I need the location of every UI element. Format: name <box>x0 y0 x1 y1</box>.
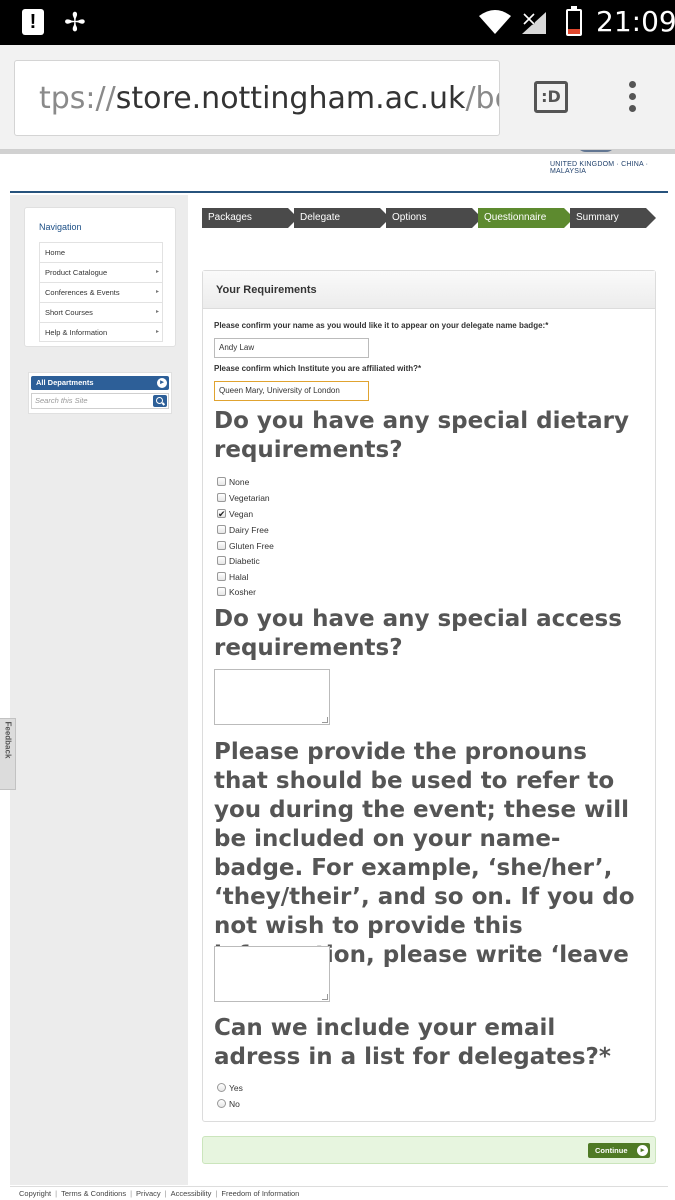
checkout-steps: Packages Delegate Options Questionnaire … <box>202 208 662 228</box>
departments-panel: All Departments ▸ Search this Site <box>28 372 172 414</box>
access-requirements-textarea[interactable] <box>214 669 330 725</box>
continue-button[interactable]: Continue ▸ <box>588 1143 650 1158</box>
dietary-option-vegan[interactable]: Vegan <box>217 507 253 521</box>
requirements-title: Your Requirements <box>216 284 317 296</box>
alert-icon: ! <box>22 9 44 35</box>
step-summary[interactable]: Summary <box>570 208 656 228</box>
signal-icon <box>522 12 546 34</box>
dietary-option-halal[interactable]: Halal <box>217 570 248 584</box>
chevron-right-icon: ▸ <box>155 309 159 315</box>
footer-link-privacy[interactable]: Privacy <box>136 1189 161 1198</box>
feedback-tab[interactable]: Feedback <box>0 718 16 790</box>
nav-item-home[interactable]: Home <box>39 242 163 262</box>
url-bar[interactable]: tps://store.nottingham.ac.uk/boo <box>14 60 500 136</box>
access-question: Do you have any special access requireme… <box>214 606 622 661</box>
requirements-panel: Your Requirements Please confirm your na… <box>202 270 656 1122</box>
nav-item-conferences-events[interactable]: Conferences & Events ▸ <box>39 282 163 302</box>
nav-item-help-information[interactable]: Help & Information ▸ <box>39 322 163 342</box>
chevron-right-icon: ▸ <box>155 289 159 295</box>
radio-button[interactable] <box>217 1099 226 1108</box>
institute-input[interactable]: Queen Mary, University of London <box>214 381 369 401</box>
battery-icon <box>566 6 582 36</box>
footer-link-accessibility[interactable]: Accessibility <box>171 1189 212 1198</box>
navigation-list: Home Product Catalogue ▸ Conferences & Ev… <box>39 242 163 342</box>
footer-link-foi[interactable]: Freedom of Information <box>221 1189 299 1198</box>
site-search: Search this Site <box>31 393 169 409</box>
dietary-option-dairy-free[interactable]: Dairy Free <box>217 523 269 537</box>
clock: 21:09 <box>596 5 675 38</box>
dietary-option-gluten-free[interactable]: Gluten Free <box>217 539 274 553</box>
tab-switcher-button[interactable]: :D <box>534 81 568 113</box>
checkbox[interactable] <box>217 525 226 534</box>
arrow-right-icon: ▸ <box>157 378 167 388</box>
dietary-question: Do you have any special dietary requirem… <box>214 408 629 463</box>
radio-button[interactable] <box>217 1083 226 1092</box>
footer-link-copyright[interactable]: Copyright <box>19 1189 51 1198</box>
checkbox[interactable] <box>217 556 226 565</box>
footer-links: Copyright | Terms & Conditions | Privacy | Acc… <box>10 1186 668 1200</box>
search-input[interactable]: Search this Site <box>35 396 88 405</box>
all-departments-dropdown[interactable]: All Departments ▸ <box>31 376 169 390</box>
overflow-menu-icon[interactable] <box>622 81 642 117</box>
navigation-title: Navigation <box>39 222 82 232</box>
arrow-right-icon: ▸ <box>637 1145 648 1156</box>
step-delegate[interactable]: Delegate <box>294 208 390 228</box>
dietary-option-none[interactable]: None <box>217 475 249 489</box>
checkbox-checked[interactable] <box>217 507 226 521</box>
wifi-icon <box>479 10 511 34</box>
name-badge-input[interactable]: Andy Law <box>214 338 369 358</box>
browser-toolbar: tps://store.nottingham.ac.uk/boo :D <box>0 45 675 150</box>
navigation-panel: Navigation Home Product Catalogue ▸ Confe… <box>24 207 176 347</box>
requirements-header: Your Requirements <box>203 271 655 309</box>
step-packages[interactable]: Packages <box>202 208 298 228</box>
step-questionnaire[interactable]: Questionnaire <box>478 208 574 228</box>
nav-item-product-catalogue[interactable]: Product Catalogue ▸ <box>39 262 163 282</box>
url-path: /boo <box>465 81 499 116</box>
checkbox[interactable] <box>217 572 226 581</box>
nav-item-short-courses[interactable]: Short Courses ▸ <box>39 302 163 322</box>
pinwheel-icon: ✢ <box>64 7 86 37</box>
dietary-option-kosher[interactable]: Kosher <box>217 585 256 599</box>
pronouns-textarea[interactable] <box>214 946 330 1002</box>
dietary-option-vegetarian[interactable]: Vegetarian <box>217 491 270 505</box>
status-bar: ! ✢ 21:09 <box>0 0 675 45</box>
web-page: UNITED KINGDOM · CHINA · MALAYSIA Naviga… <box>0 150 675 1200</box>
institute-label: Please confirm which Institute you are a… <box>214 364 422 373</box>
url-host: store.nottingham.ac.uk <box>115 81 466 116</box>
chevron-right-icon: ▸ <box>155 269 159 275</box>
left-sidebar: Navigation Home Product Catalogue ▸ Confe… <box>10 195 188 1185</box>
email-list-question: Can we include your email adress in a li… <box>214 1015 611 1070</box>
site-header: UNITED KINGDOM · CHINA · MALAYSIA <box>10 150 668 193</box>
email-option-yes[interactable]: Yes <box>217 1081 243 1095</box>
email-option-no[interactable]: No <box>217 1097 240 1111</box>
checkbox[interactable] <box>217 541 226 550</box>
name-badge-label: Please confirm your name as you would li… <box>214 321 549 330</box>
logo-tagline: UNITED KINGDOM · CHINA · MALAYSIA <box>550 161 649 175</box>
checkbox[interactable] <box>217 493 226 502</box>
chevron-right-icon: ▸ <box>155 329 159 335</box>
footer-link-terms[interactable]: Terms & Conditions <box>61 1189 126 1198</box>
continue-bar: Continue ▸ <box>202 1136 656 1164</box>
url-scheme: tps:// <box>39 81 116 116</box>
step-options[interactable]: Options <box>386 208 482 228</box>
checkbox[interactable] <box>217 477 226 486</box>
dietary-option-diabetic[interactable]: Diabetic <box>217 554 260 568</box>
checkbox[interactable] <box>217 587 226 596</box>
search-icon[interactable] <box>153 395 167 407</box>
